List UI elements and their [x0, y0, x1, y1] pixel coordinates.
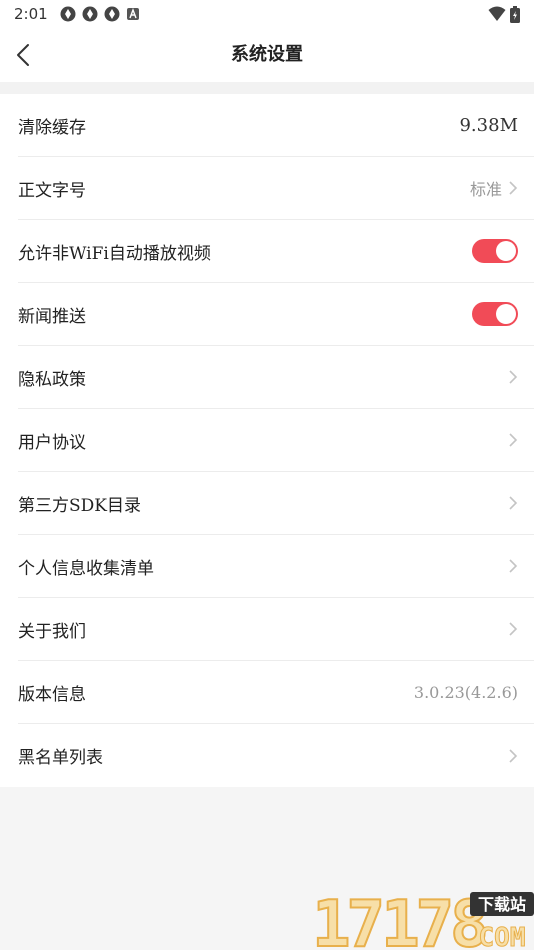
clear-cache-row[interactable]: 清除缓存 9.38M — [18, 94, 534, 157]
watermark-digits: 17178 — [312, 888, 485, 950]
watermark-logo: 17178 下载站 COM — [312, 888, 534, 950]
watermark-domain: COM — [479, 923, 526, 950]
version-info-label: 版本信息 — [18, 684, 86, 705]
watermark-tag: 下载站 — [478, 895, 526, 914]
chevron-right-icon — [509, 433, 518, 447]
personal-info-label: 个人信息收集清单 — [18, 558, 154, 579]
page-title: 系统设置 — [231, 44, 303, 65]
wifi-icon — [488, 6, 506, 21]
blacklist-label: 黑名单列表 — [18, 748, 103, 768]
circle-app-icon — [104, 6, 120, 22]
font-size-row[interactable]: 正文字号 标准 — [18, 157, 534, 220]
about-us-label: 关于我们 — [18, 621, 86, 642]
news-push-row: 新闻推送 — [18, 283, 534, 346]
about-us-row[interactable]: 关于我们 — [18, 598, 534, 661]
chevron-right-icon — [509, 748, 518, 763]
back-button[interactable] — [6, 38, 40, 72]
font-size-value: 标准 — [469, 180, 502, 199]
chevron-right-icon — [509, 181, 518, 195]
personal-info-row[interactable]: 个人信息收集清单 — [18, 535, 534, 598]
settings-list: 清除缓存 9.38M 正文字号 标准 允许非WiFi自动播放视频 新闻推送 隐私… — [0, 94, 534, 787]
chevron-right-icon — [509, 370, 518, 384]
section-gap — [0, 82, 534, 94]
a-badge-icon — [126, 8, 139, 20]
chevron-left-icon — [17, 44, 29, 66]
user-agreement-row[interactable]: 用户协议 — [18, 409, 534, 472]
sdk-list-label: 第三方SDK目录 — [18, 495, 141, 516]
privacy-policy-row[interactable]: 隐私政策 — [18, 346, 534, 409]
blacklist-row[interactable]: 黑名单列表 — [18, 724, 534, 787]
status-system-icons — [488, 5, 520, 23]
app-bar: 系统设置 — [0, 28, 534, 82]
clear-cache-label: 清除缓存 — [18, 117, 86, 138]
circle-app-icon — [82, 6, 98, 22]
autoplay-label: 允许非WiFi自动播放视频 — [18, 243, 211, 264]
circle-app-icon — [60, 6, 76, 22]
cache-size-value: 9.38M — [459, 114, 518, 136]
news-push-label: 新闻推送 — [18, 306, 86, 327]
chevron-right-icon — [509, 559, 518, 573]
version-value: 3.0.23(4.2.6) — [413, 682, 518, 702]
chevron-right-icon — [509, 496, 518, 510]
version-info-row: 版本信息 3.0.23(4.2.6) — [18, 661, 534, 724]
news-push-toggle[interactable] — [472, 302, 518, 326]
privacy-policy-label: 隐私政策 — [18, 369, 86, 390]
status-notification-icons — [60, 6, 140, 22]
autoplay-row: 允许非WiFi自动播放视频 — [18, 220, 534, 283]
toggle-knob — [496, 241, 516, 261]
autoplay-toggle[interactable] — [472, 239, 518, 263]
status-bar: 2:01 — [0, 0, 534, 28]
sdk-list-row[interactable]: 第三方SDK目录 — [18, 472, 534, 535]
chevron-right-icon — [509, 622, 518, 636]
status-time: 2:01 — [14, 5, 48, 23]
toggle-knob — [496, 304, 516, 324]
battery-icon — [510, 5, 520, 23]
font-size-label: 正文字号 — [18, 180, 86, 201]
user-agreement-label: 用户协议 — [18, 432, 86, 453]
